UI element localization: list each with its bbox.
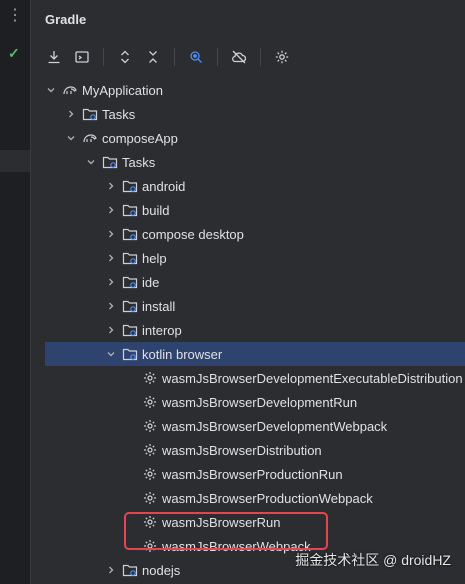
tree-node-label: Tasks (122, 154, 156, 170)
task-folder-icon (122, 298, 138, 314)
task-folder-icon (122, 274, 138, 290)
tree-node-label: install (142, 298, 176, 314)
task-label: wasmJsBrowserDevelopmentRun (162, 394, 358, 410)
tree-node-group[interactable]: help (31, 246, 465, 270)
tree-node-label: Tasks (102, 106, 136, 122)
chevron-right-icon[interactable] (63, 106, 79, 122)
task-item[interactable]: wasmJsBrowserProductionRun (31, 462, 465, 486)
task-folder-icon (122, 226, 138, 242)
chevron-right-icon[interactable] (103, 226, 119, 242)
tree-node-myapplication[interactable]: MyApplication (31, 78, 465, 102)
tree-node-label: nodejs (142, 562, 181, 578)
watermark: 掘金技术社区 @ droidHZ (295, 552, 451, 568)
chevron-right-icon[interactable] (103, 322, 119, 338)
tree-node-label: compose desktop (142, 226, 244, 242)
settings-icon[interactable] (269, 44, 295, 70)
gutter-selection (0, 150, 30, 172)
gear-icon (142, 442, 158, 458)
tree-node-group[interactable]: android (31, 174, 465, 198)
tree-node-group[interactable]: build (31, 198, 465, 222)
annotation-highlight-box (124, 512, 328, 550)
tree-node-label: interop (142, 322, 182, 338)
task-folder-icon (122, 178, 138, 194)
chevron-down-icon[interactable] (103, 346, 119, 362)
gear-icon (142, 490, 158, 506)
tree-node-root-tasks[interactable]: Tasks (31, 102, 465, 126)
task-folder-icon (102, 154, 118, 170)
offline-mode-icon[interactable] (226, 44, 252, 70)
expand-all-icon[interactable] (112, 44, 138, 70)
tree-node-label: android (142, 178, 186, 194)
analyze-dependencies-icon[interactable] (183, 44, 209, 70)
toolbar-separator (217, 48, 218, 66)
tree-node-label: kotlin browser (142, 346, 223, 362)
task-label: wasmJsBrowserProductionRun (162, 466, 343, 482)
task-folder-icon (122, 202, 138, 218)
gear-icon (142, 418, 158, 434)
task-folder-icon (122, 322, 138, 338)
task-folder-icon (122, 562, 138, 578)
chevron-right-icon[interactable] (103, 298, 119, 314)
task-label: wasmJsBrowserProductionWebpack (162, 490, 373, 506)
tree-node-group[interactable]: interop (31, 318, 465, 342)
task-label: wasmJsBrowserDistribution (162, 442, 322, 458)
chevron-down-icon[interactable] (63, 130, 79, 146)
tree-node-kotlin-browser[interactable]: kotlin browser (45, 342, 465, 366)
more-options-icon[interactable]: ⋮ (0, 8, 30, 24)
tree-node-label: composeApp (102, 130, 178, 146)
tree-node-group[interactable]: ide (31, 270, 465, 294)
tree-node-label: build (142, 202, 170, 218)
tree-node-label: help (142, 250, 167, 266)
chevron-down-icon[interactable] (43, 82, 59, 98)
task-label: wasmJsBrowserDevelopmentExecutableDistri… (162, 370, 463, 386)
toolbar-separator (174, 48, 175, 66)
task-item[interactable]: wasmJsBrowserDistribution (31, 438, 465, 462)
task-item[interactable]: wasmJsBrowserDevelopmentRun (31, 390, 465, 414)
task-item[interactable]: wasmJsBrowserProductionWebpack (31, 486, 465, 510)
toolbar-separator (103, 48, 104, 66)
tree-node-label: MyApplication (82, 82, 163, 98)
gradle-toolbar (31, 40, 465, 74)
toolbar-separator (260, 48, 261, 66)
collapse-all-icon[interactable] (140, 44, 166, 70)
chevron-down-icon[interactable] (83, 154, 99, 170)
chevron-right-icon[interactable] (103, 202, 119, 218)
gradle-elephant-icon (82, 130, 98, 146)
tree-node-composeapp[interactable]: composeApp (31, 126, 465, 150)
gradle-tree: MyApplication Tasks composeApp Tasks and… (31, 78, 465, 582)
tree-node-label: ide (142, 274, 160, 290)
tree-node-tasks[interactable]: Tasks (31, 150, 465, 174)
gradle-elephant-icon (62, 82, 78, 98)
tool-window-header: Gradle (31, 0, 465, 38)
panel-title: Gradle (45, 11, 87, 27)
run-config-icon[interactable] (69, 44, 95, 70)
task-item[interactable]: wasmJsBrowserDevelopmentWebpack (31, 414, 465, 438)
download-icon[interactable] (41, 44, 67, 70)
chevron-right-icon[interactable] (103, 274, 119, 290)
tree-node-group[interactable]: compose desktop (31, 222, 465, 246)
tree-node-group[interactable]: install (31, 294, 465, 318)
task-folder-icon (82, 106, 98, 122)
left-gutter: ⋮ ✓ (0, 0, 31, 584)
gear-icon (142, 370, 158, 386)
chevron-right-icon[interactable] (103, 250, 119, 266)
task-folder-icon (122, 250, 138, 266)
task-label: wasmJsBrowserDevelopmentWebpack (162, 418, 388, 434)
task-item[interactable]: wasmJsBrowserDevelopmentExecutableDistri… (31, 366, 465, 390)
gear-icon (142, 466, 158, 482)
task-folder-icon (122, 346, 138, 362)
chevron-right-icon[interactable] (103, 562, 119, 578)
gear-icon (142, 394, 158, 410)
chevron-right-icon[interactable] (103, 178, 119, 194)
check-icon: ✓ (8, 45, 20, 61)
